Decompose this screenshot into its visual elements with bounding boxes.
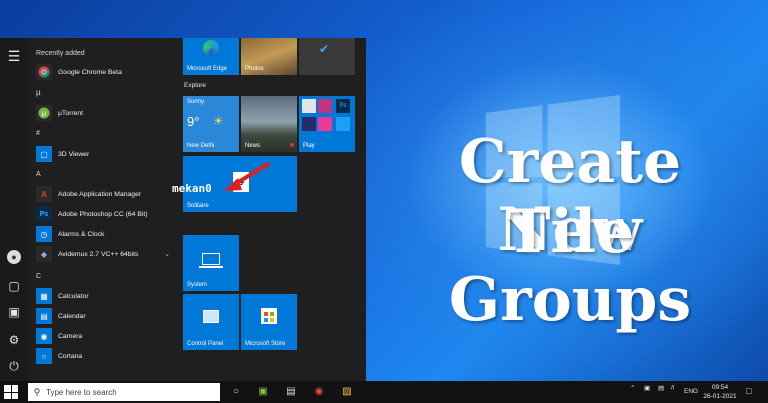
picsart-icon [318,117,332,131]
instagram-icon [318,99,332,113]
app-label: Calendar [58,312,86,320]
taskbar-search-input[interactable]: ⚲ Type here to search [28,383,220,401]
calendar-icon: ▤ [36,308,52,324]
app-list: Recently added Google Chrome Beta µ µ µT… [28,38,178,381]
news-icon: ■ [289,142,294,149]
app-item-3d-viewer[interactable]: ▢ 3D Viewer [36,145,176,163]
group-label-explore: Explore [184,82,207,89]
app-item-camera[interactable]: ◉ Camera [36,327,176,345]
red-arrow-icon [224,162,270,191]
tile-system[interactable]: System [183,235,239,291]
section-recently-added: Recently added [36,50,85,57]
windows-start-icon[interactable] [4,385,18,399]
tray-app-icon[interactable]: ▣ [644,384,650,392]
photoshop-mini-icon: Ps [336,99,350,113]
cube-icon: ▢ [36,146,52,162]
clock-icon: ◷ [36,226,52,242]
chevron-down-icon[interactable]: ⌄ [164,250,170,258]
clock-time: 09:54 [711,384,729,391]
app-item-calculator[interactable]: ▦ Calculator [36,287,176,305]
tile-news[interactable]: News ■ [241,96,297,152]
app-taskbar-icon-1[interactable]: ▣ [256,385,270,399]
search-icon: ⚲ [33,386,41,397]
dolby-icon [302,117,316,131]
tiles-area: Microsoft Edge Photos ✔ Explore Sunny 9°… [182,38,366,381]
app-label: 3D Viewer [58,150,90,158]
app-item-adobe-app-manager[interactable]: A Adobe Application Manager [36,185,176,203]
settings-gear-icon[interactable]: ⚙ [6,332,22,348]
app-item-avidemux[interactable]: ◆ Avidemux 2.7 VC++ 64bits ⌄ [36,245,176,263]
task-view-icon[interactable]: ○ [229,385,243,399]
user-avatar-icon[interactable]: ● [7,250,21,264]
search-placeholder: Type here to search [46,387,117,397]
laptop-icon [202,253,220,265]
app-item-alarms-clock[interactable]: ◷ Alarms & Clock [36,225,176,243]
app-label: Camera [58,332,83,340]
app-label: Cortana [58,352,83,360]
pictures-icon[interactable]: ▣ [6,304,22,320]
checkmark-icon: ✔ [319,42,330,56]
app-label: µTorrent [58,109,84,117]
app-item-chrome-beta[interactable]: Google Chrome Beta [36,63,176,81]
adobe-icon: A [36,186,52,202]
weather-temperature: 9° [187,114,200,129]
app-mini-icon [302,99,316,113]
tile-photos[interactable]: Photos [241,38,297,75]
photoshop-icon: Ps [36,206,52,222]
tile-unknown-top[interactable]: ✔ [299,38,355,75]
file-explorer-icon[interactable]: ▨ [340,385,354,399]
headline-line-2: Tile Groups [448,197,692,335]
cortana-icon: ○ [36,348,52,364]
taskbar-clock[interactable]: 09:54 26-01-2021 [700,383,740,401]
camera-icon: ◉ [36,328,52,344]
svg-text:µ: µ [42,110,47,118]
tile-play[interactable]: Ps Play [299,96,355,152]
control-panel-icon [203,310,219,323]
app-item-photoshop[interactable]: Ps Adobe Photoshop CC (64 Bit) [36,205,176,223]
notifications-icon[interactable]: □ [746,386,751,396]
chrome-icon [36,64,52,80]
new-group-name-label[interactable]: mekan0 [172,182,212,195]
edge-icon [203,40,219,56]
clock-date: 26-01-2021 [703,393,737,400]
start-menu: ☰ ● ▢ ▣ ⚙ ⏻ Recently added Google Chrome… [0,38,366,381]
network-icon[interactable]: ▤ [658,384,664,392]
app-label: Adobe Photoshop CC (64 Bit) [58,210,148,218]
volume-icon[interactable]: ♬ [670,384,677,391]
hamburger-menu-icon[interactable]: ☰ [6,48,22,64]
language-indicator[interactable]: ENG [684,388,698,395]
app-item-utorrent[interactable]: µ µTorrent [36,104,176,122]
section-hash: # [36,130,40,137]
tray-chevron-up-icon[interactable]: ⌃ [630,384,635,392]
start-menu-rail: ☰ ● ▢ ▣ ⚙ ⏻ [0,38,28,381]
app-taskbar-icon-2[interactable]: ▤ [284,385,298,399]
tile-microsoft-edge[interactable]: Microsoft Edge [183,38,239,75]
utorrent-icon: µ [36,105,52,121]
avidemux-icon: ◆ [36,246,52,262]
section-a: A [36,171,41,178]
store-bag-icon [261,308,277,324]
section-c: C [36,273,42,280]
documents-icon[interactable]: ▢ [6,278,22,294]
app-label: Google Chrome Beta [58,68,122,76]
sun-icon: ☀ [213,114,224,128]
tile-weather[interactable]: Sunny 9° ☀ New Delhi [183,96,239,152]
app-label: Alarms & Clock [58,230,105,238]
calculator-icon: ▦ [36,288,52,304]
tile-microsoft-store[interactable]: Microsoft Store [241,294,297,350]
app-item-cortana[interactable]: ○ Cortana [36,347,176,365]
chrome-taskbar-icon[interactable]: ◉ [312,385,326,399]
app-label: Calculator [58,292,89,300]
tile-control-panel[interactable]: Control Panel [183,294,239,350]
section-mu: µ [36,88,41,97]
taskbar: ⚲ Type here to search ○ ▣ ▤ ◉ ▨ ⌃ ▣ ▤ ♬ … [0,381,768,403]
app-label: Adobe Application Manager [58,190,142,198]
app-item-calendar[interactable]: ▤ Calendar [36,307,176,325]
app-label: Avidemux 2.7 VC++ 64bits [58,250,139,258]
twitter-icon [336,117,350,131]
power-icon[interactable]: ⏻ [6,358,22,374]
